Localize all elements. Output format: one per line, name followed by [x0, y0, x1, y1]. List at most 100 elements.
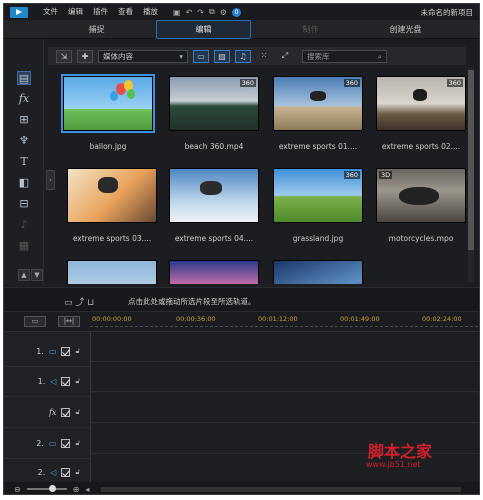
gear-icon[interactable]: ⚙	[220, 8, 227, 17]
media-tag: 360	[343, 79, 360, 87]
timecode: 00:02:24:00	[422, 315, 462, 323]
track-enable-checkbox[interactable]	[61, 439, 71, 448]
menu-play[interactable]: 播放	[138, 4, 163, 20]
track-label: 2.	[36, 439, 44, 448]
plugin-icon[interactable]: ✚	[77, 49, 93, 63]
grid-view-icon[interactable]: ⁙	[256, 50, 272, 63]
lock-icon[interactable]: 🔓︎	[75, 408, 80, 417]
image-filter-icon[interactable]: ▨	[214, 49, 230, 63]
media-thumbnail	[169, 260, 259, 284]
track-enable-checkbox[interactable]	[61, 377, 71, 386]
media-name: extreme sports 01....	[278, 142, 358, 151]
lock-icon[interactable]: 🔓︎	[75, 468, 80, 477]
library-scrollbar[interactable]	[468, 68, 474, 282]
fullscreen-icon[interactable]: ⤢	[277, 50, 293, 63]
redo-icon[interactable]: ↷	[197, 8, 204, 17]
timeline-ruler: ▭ |↔| 00:00:00:00 00:00:36:00 00:01:12:0…	[4, 312, 479, 332]
track-lane[interactable]	[90, 362, 479, 392]
zoom-in-icon[interactable]: ⊕	[73, 485, 80, 494]
search-placeholder: 搜索库	[307, 51, 330, 61]
timeline-footer: ⊖ ⊕ ◂	[4, 482, 479, 494]
pip-room-icon[interactable]: ⊞	[17, 113, 31, 127]
media-thumbnail	[61, 74, 155, 133]
room-toolbar: ▤ fx ⊞ ♆ T ◧ ⊟ ♪ ▦ ▲ ▼	[4, 39, 44, 286]
audio-track-icon: ◁	[50, 468, 57, 477]
media-name: motorcycles.mpo	[388, 234, 454, 243]
search-input[interactable]: 搜索库 ⌕	[302, 49, 387, 63]
media-thumbnail: 360	[169, 76, 259, 131]
zoom-out-icon[interactable]: ⊖	[14, 485, 21, 494]
library-filter-value: 媒体内容	[103, 51, 133, 61]
media-tag: 360	[343, 171, 360, 179]
audio-filter-icon[interactable]: ♫	[235, 49, 251, 63]
track-enable-checkbox[interactable]	[61, 347, 71, 356]
track-label: 1.	[36, 347, 44, 356]
scroll-up-icon[interactable]: ▲	[18, 269, 30, 281]
track-lane[interactable]	[90, 393, 479, 423]
track-lane[interactable]	[90, 332, 479, 362]
media-thumbnail: 360	[273, 76, 363, 131]
expand-panel-icon[interactable]: ›	[46, 170, 55, 190]
media-name: extreme sports 04....	[174, 234, 254, 243]
audio-room-icon[interactable]: ♪	[17, 218, 31, 232]
menu-plugins[interactable]: 插件	[88, 4, 113, 20]
upgrade-icon[interactable]: ⧉	[209, 7, 215, 17]
mode-tabs: 捕捉 编辑 制作 创建光盘	[4, 19, 479, 39]
track-enable-checkbox[interactable]	[61, 408, 71, 417]
zoom-slider[interactable]	[26, 485, 67, 492]
save-icon[interactable]: ▣	[173, 8, 181, 17]
scroll-down-icon[interactable]: ▼	[31, 269, 43, 281]
media-thumbnail: 360	[273, 168, 363, 223]
media-thumbnail	[169, 168, 259, 223]
menu-bar: 文件 编辑 插件 查看 播放 ▣ ↶ ↷ ⧉ ⚙ 0 未命名的新项目	[4, 4, 479, 20]
track-divider[interactable]	[90, 332, 91, 482]
timecode: 00:00:36:00	[176, 315, 216, 323]
fit-timeline-icon[interactable]: |↔|	[58, 316, 80, 327]
chapter-room-icon[interactable]: ▦	[17, 239, 31, 253]
menu-view[interactable]: 查看	[113, 4, 138, 20]
hint-bar: ▭ ⤴ ⊔ 点击此处或拖动所选片段至所选轨道。	[4, 287, 479, 312]
tab-produce[interactable]: 制作	[263, 21, 358, 38]
scroll-left-icon[interactable]: ◂	[85, 485, 89, 494]
track-insert-icon[interactable]: ▭ ⤴ ⊔	[64, 295, 94, 308]
track-header: 1. ◁ 🔓︎	[4, 367, 90, 397]
menu-file[interactable]: 文件	[38, 4, 63, 20]
tab-capture[interactable]: 捕捉	[49, 21, 144, 38]
subtitle-room-icon[interactable]: ⊟	[17, 197, 31, 211]
track-manager-icon[interactable]: ▭	[24, 316, 46, 327]
track-header: 1. ▭ 🔓︎	[4, 337, 90, 367]
lock-icon[interactable]: 🔓︎	[75, 347, 80, 356]
undo-icon[interactable]: ↶	[186, 8, 193, 17]
library-toolbar: ⇲ ✚ 媒体内容 ▾ ▭ ▨ ♫ ⁙ ⤢ 搜索库 ⌕	[48, 47, 466, 65]
library-filter-select[interactable]: 媒体内容 ▾	[98, 49, 188, 63]
video-filter-icon[interactable]: ▭	[193, 49, 209, 63]
lock-icon[interactable]: 🔓︎	[75, 377, 80, 386]
search-icon: ⌕	[377, 51, 382, 61]
video-track-icon: ▭	[48, 439, 57, 448]
track-header: fx 🔓︎	[4, 398, 90, 428]
particle-room-icon[interactable]: ♆	[17, 134, 31, 148]
watermark-url: www.jb51.net	[366, 460, 421, 469]
track-label: fx	[48, 408, 57, 417]
fx-room-icon[interactable]: fx	[17, 92, 31, 106]
app-logo	[4, 4, 38, 20]
media-name: grassland.jpg	[292, 234, 344, 243]
notification-badge[interactable]: 0	[231, 7, 241, 17]
import-media-icon[interactable]: ⇲	[56, 49, 72, 63]
tab-create-disc[interactable]: 创建光盘	[358, 21, 453, 38]
track-enable-checkbox[interactable]	[61, 468, 71, 477]
media-thumbnail	[67, 260, 157, 284]
tab-edit[interactable]: 编辑	[156, 19, 251, 39]
lock-icon[interactable]: 🔓︎	[75, 439, 80, 448]
timeline-scrollbar[interactable]	[101, 486, 462, 492]
media-tag: 360	[239, 79, 256, 87]
title-room-icon[interactable]: T	[17, 155, 31, 169]
timecode: 00:01:49:00	[340, 315, 380, 323]
timecode: 00:01:12:00	[258, 315, 298, 323]
scrollbar-thumb[interactable]	[468, 70, 474, 250]
transition-room-icon[interactable]: ◧	[17, 176, 31, 190]
menu-edit[interactable]: 编辑	[63, 4, 88, 20]
media-room-icon[interactable]: ▤	[17, 71, 31, 85]
media-name: extreme sports 02....	[381, 142, 461, 151]
zoom-slider-knob[interactable]	[48, 485, 56, 492]
